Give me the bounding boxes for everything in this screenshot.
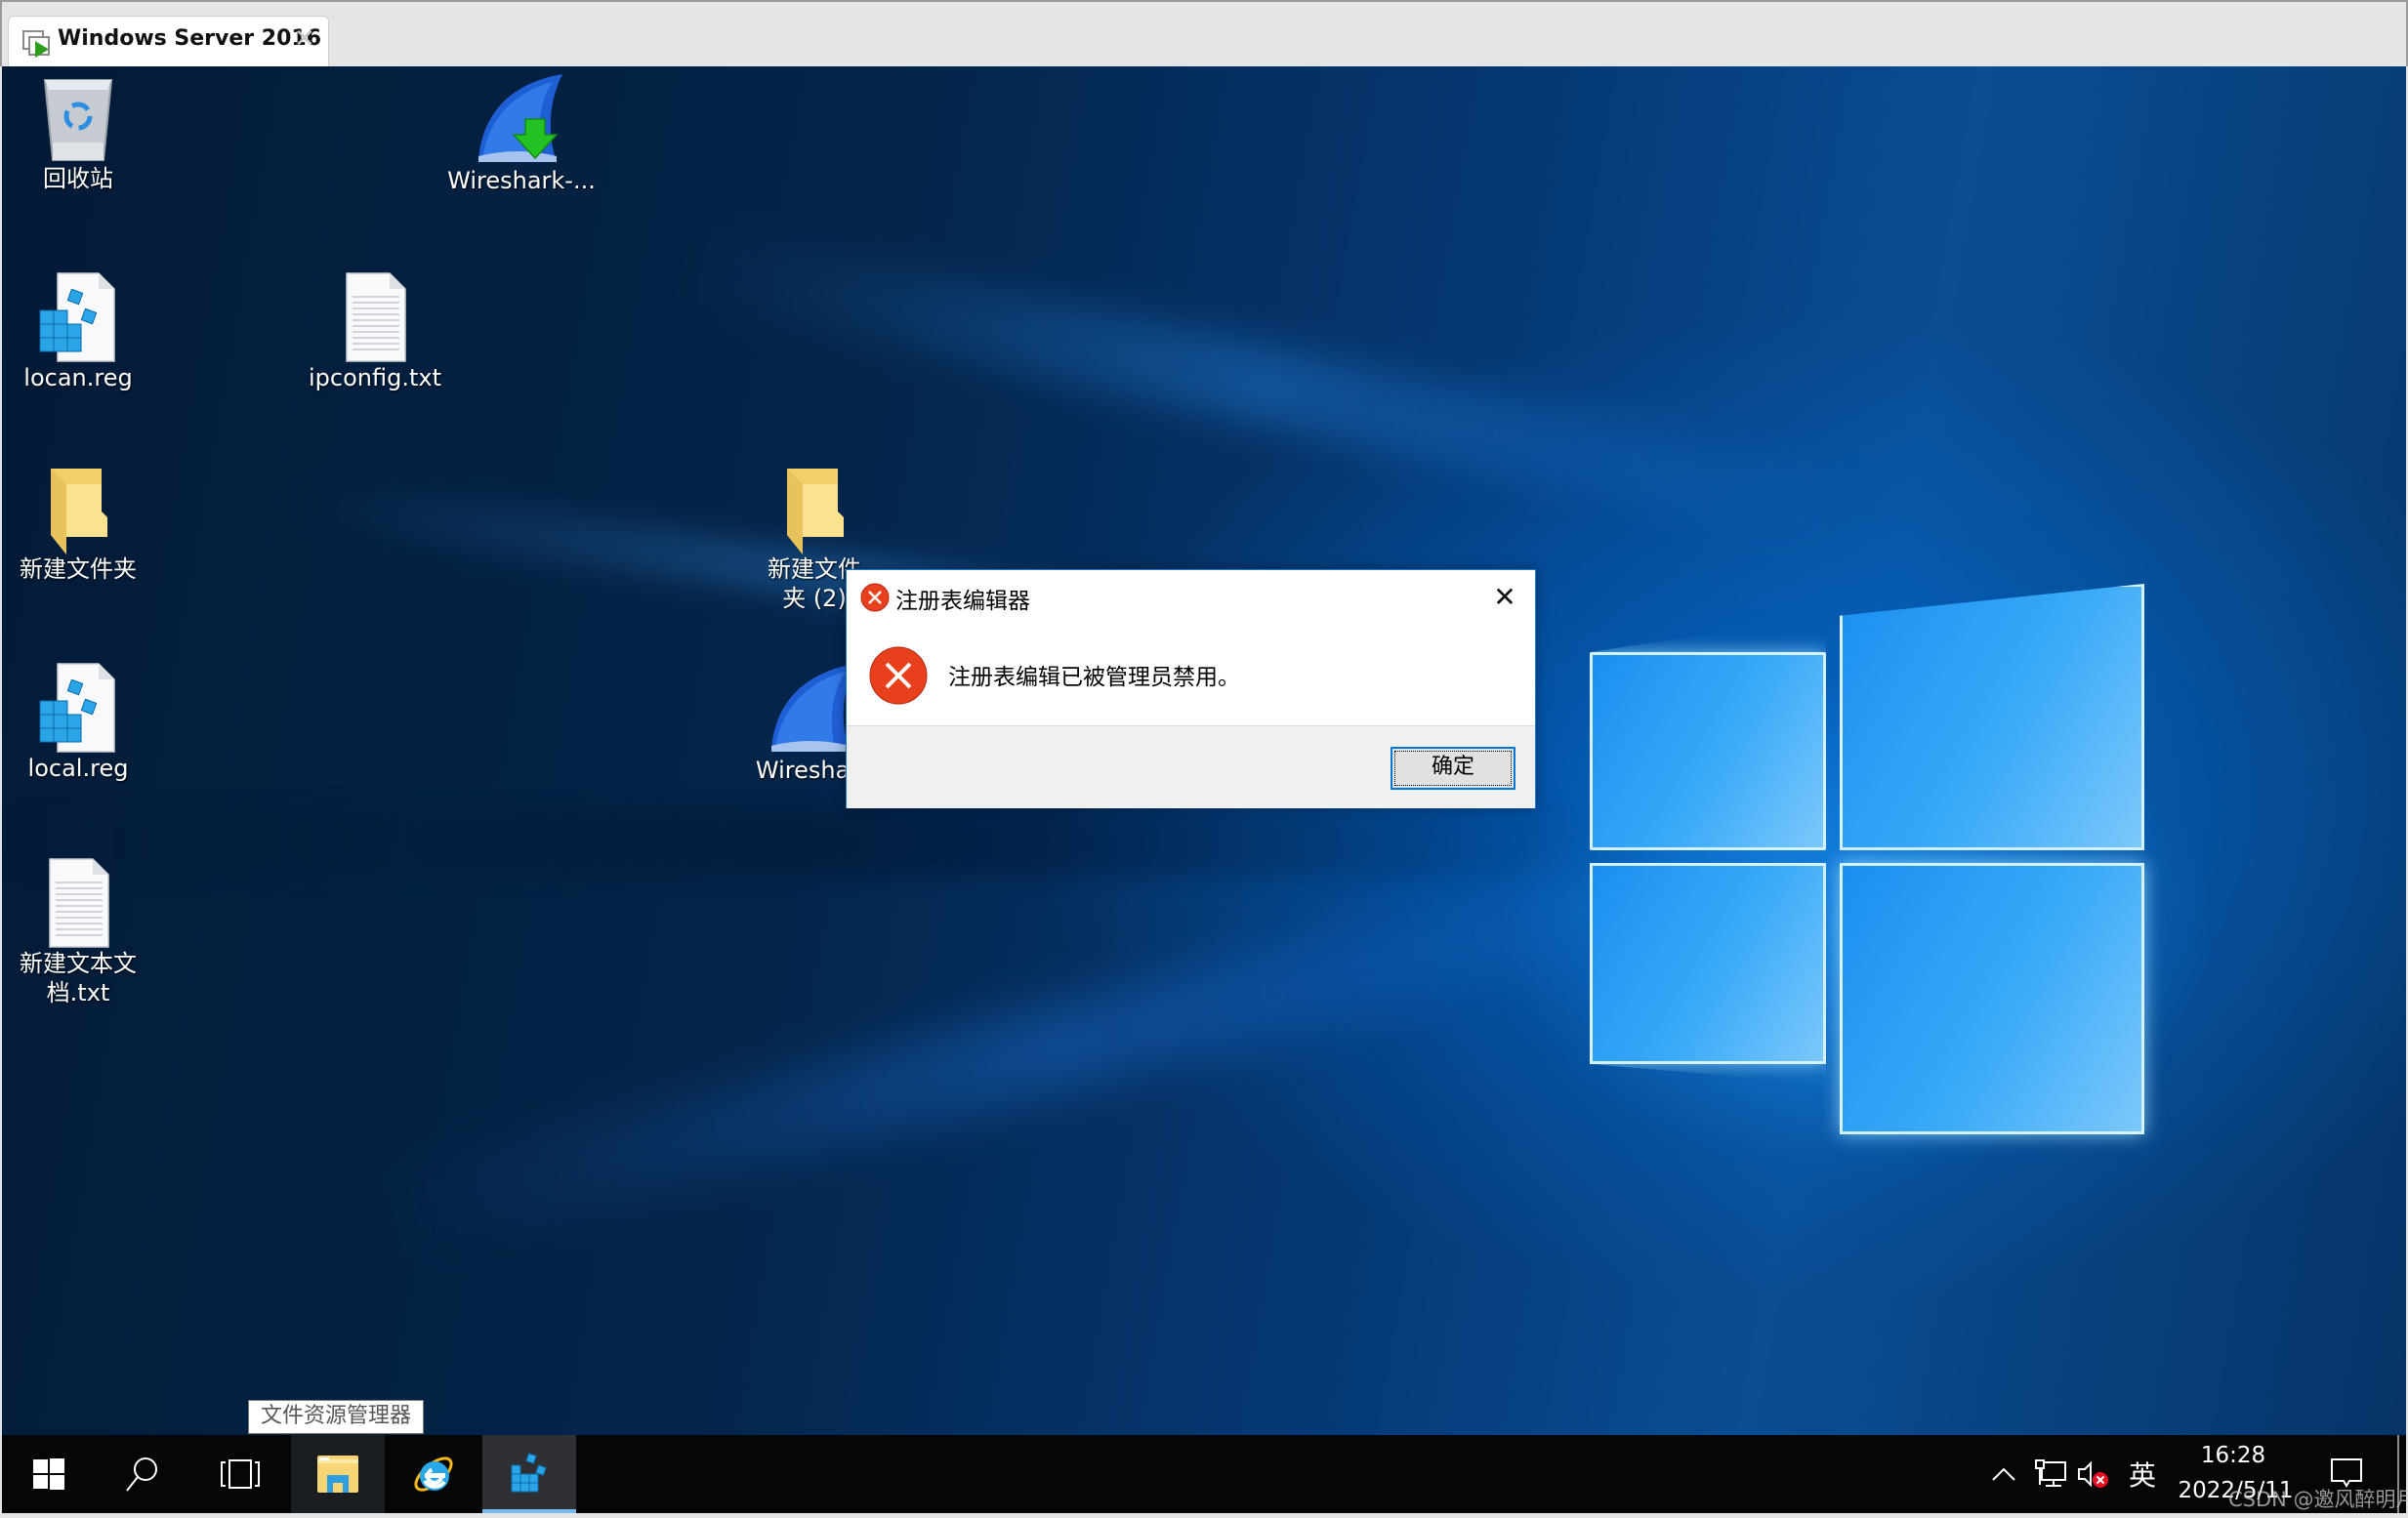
taskbar-registry-editor[interactable] bbox=[482, 1435, 576, 1513]
volume-muted-icon bbox=[2078, 1460, 2108, 1488]
taskbar-file-explorer[interactable] bbox=[291, 1435, 385, 1513]
desktop-icon-label: 新建文本文档.txt bbox=[20, 950, 137, 1006]
registry-editor-icon bbox=[511, 1453, 547, 1493]
desktop-icon-label: ipconfig.txt bbox=[309, 364, 441, 391]
text-file-icon bbox=[346, 272, 406, 362]
wireshark-installer-icon bbox=[478, 74, 562, 162]
vm-tab[interactable]: Windows Server 2016 ✕ bbox=[8, 16, 329, 70]
network-button[interactable] bbox=[2031, 1435, 2070, 1513]
error-icon bbox=[869, 646, 928, 705]
network-icon bbox=[2035, 1459, 2066, 1487]
windows-start-icon bbox=[33, 1458, 64, 1490]
dialog-close-button[interactable]: ✕ bbox=[1485, 578, 1524, 617]
desktop-icon-label: locan.reg bbox=[23, 364, 133, 391]
internet-explorer-icon bbox=[414, 1456, 453, 1492]
vm-bottom-border bbox=[0, 1513, 2408, 1518]
task-view-icon bbox=[221, 1459, 260, 1489]
registry-file-icon bbox=[39, 663, 115, 753]
watermark: CSDN @邀风醉明月 bbox=[2228, 1488, 2408, 1511]
wallpaper-logo-pane bbox=[1590, 863, 1826, 1064]
wallpaper-beam bbox=[2, 808, 1662, 877]
file-explorer-tooltip: 文件资源管理器 bbox=[248, 1400, 424, 1434]
folder-icon bbox=[51, 469, 107, 554]
search-button[interactable] bbox=[96, 1435, 189, 1513]
close-icon[interactable]: ✕ bbox=[294, 24, 315, 54]
task-view-button[interactable] bbox=[189, 1435, 291, 1513]
chevron-up-icon bbox=[1992, 1467, 2015, 1481]
desktop-icon-label: 新建文件夹 bbox=[20, 555, 137, 583]
wallpaper-beam bbox=[382, 840, 1730, 1256]
vm-tab-bar: Windows Server 2016 ✕ bbox=[0, 0, 2408, 70]
error-icon bbox=[860, 583, 890, 612]
desktop-icon-new-folder[interactable]: 新建文件夹 bbox=[2, 467, 161, 584]
desktop-icon-wireshark-installer[interactable]: Wireshark-... bbox=[438, 72, 604, 195]
dialog-footer: 确定 bbox=[847, 725, 1535, 808]
start-button[interactable] bbox=[2, 1435, 96, 1513]
folder-icon bbox=[787, 469, 844, 554]
text-file-icon bbox=[49, 858, 109, 948]
input-method-button[interactable]: 英 bbox=[2123, 1435, 2162, 1513]
desktop-icon-label: local.reg bbox=[27, 755, 129, 782]
file-explorer-icon bbox=[317, 1456, 358, 1493]
recycle-bin-icon bbox=[43, 79, 113, 161]
clock-time: 16:28 bbox=[2200, 1443, 2266, 1468]
dialog-message: 注册表编辑已被管理员禁用。 bbox=[948, 665, 1240, 690]
desktop-icon-ipconfig-txt[interactable]: ipconfig.txt bbox=[292, 271, 458, 392]
registry-file-icon bbox=[39, 272, 115, 362]
desktop-icon-new-text-doc[interactable]: 新建文本文档.txt bbox=[2, 857, 161, 1007]
desktop-icon-recycle-bin[interactable]: 回收站 bbox=[2, 72, 161, 193]
ok-button[interactable]: 确定 bbox=[1391, 747, 1515, 790]
desktop-icon-label: Wireshark-... bbox=[447, 167, 596, 194]
search-icon bbox=[126, 1457, 157, 1492]
dialog-title: 注册表编辑器 bbox=[895, 589, 1030, 614]
show-hidden-icons-button[interactable] bbox=[1987, 1435, 2020, 1513]
wallpaper-logo-pane bbox=[1840, 863, 2144, 1134]
registry-editor-error-dialog: 注册表编辑器 ✕ 注册表编辑已被管理员禁用。 确定 bbox=[846, 569, 1536, 808]
desktop-icon-locan-reg[interactable]: locan.reg bbox=[2, 271, 161, 392]
taskbar: 英 16:28 2022/5/11 bbox=[2, 1435, 2406, 1513]
desktop-icon-label: 回收站 bbox=[43, 165, 113, 192]
vm-console-icon bbox=[22, 30, 50, 58]
volume-button[interactable] bbox=[2076, 1435, 2111, 1513]
ime-label: 英 bbox=[2128, 1459, 2156, 1492]
desktop-icon-local-reg[interactable]: local.reg bbox=[2, 662, 161, 783]
wallpaper-logo-pane bbox=[1590, 652, 1826, 850]
taskbar-internet-explorer[interactable] bbox=[385, 1435, 482, 1513]
wallpaper-logo-pane bbox=[1840, 584, 2144, 850]
vm-tab-title: Windows Server 2016 bbox=[58, 26, 322, 51]
